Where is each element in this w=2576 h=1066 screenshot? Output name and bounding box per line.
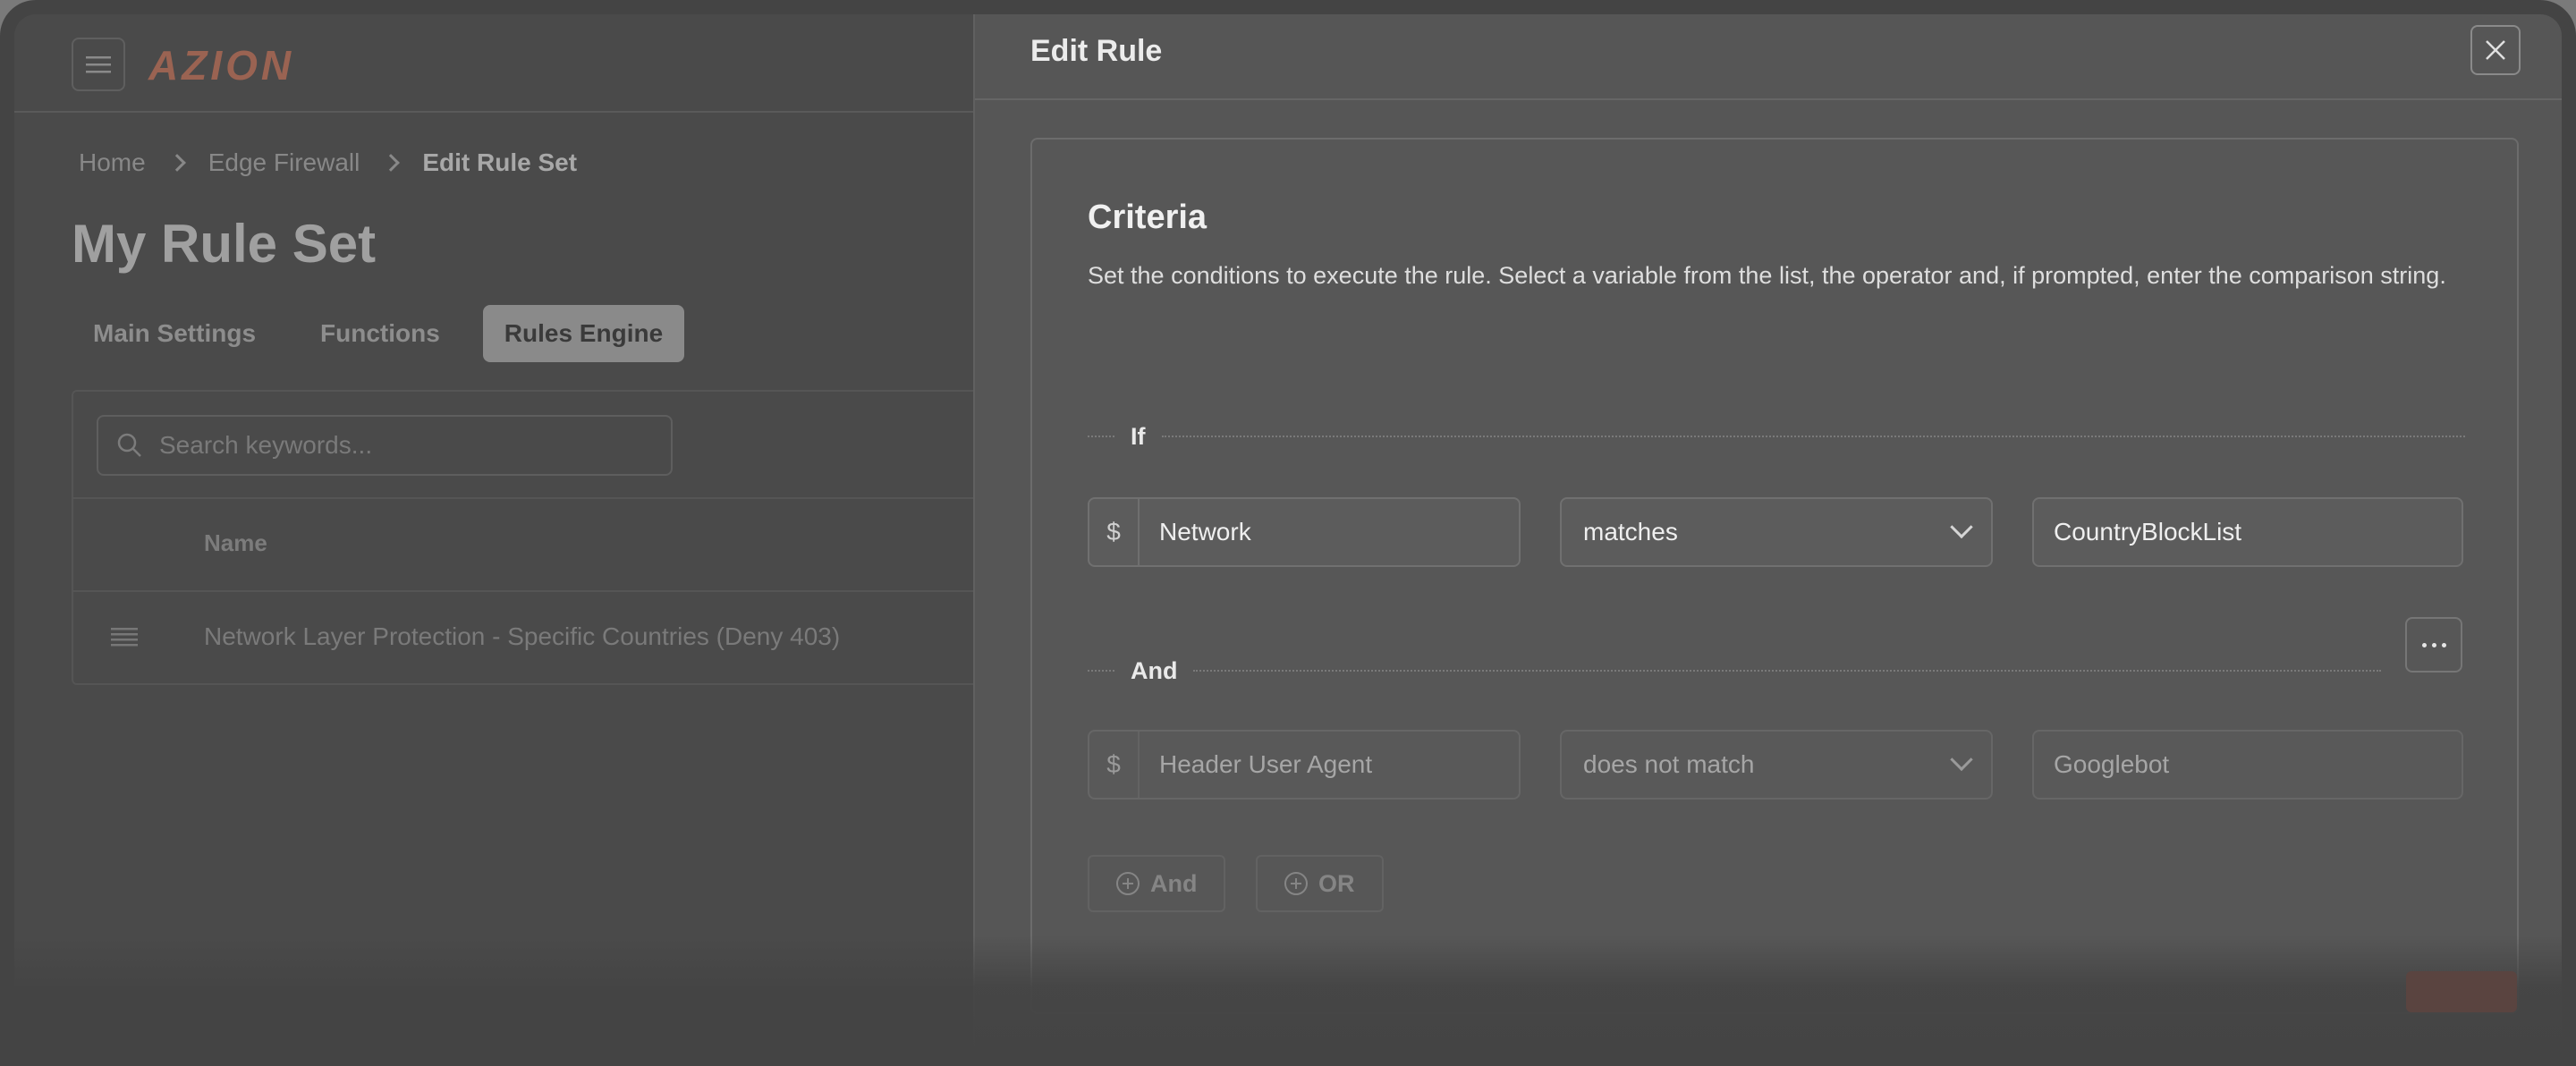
add-and-button[interactable]: And xyxy=(1088,855,1226,912)
comparison-value: Googlebot xyxy=(2054,750,2170,778)
add-and-label: And xyxy=(1150,869,1198,897)
variable-value: Header User Agent xyxy=(1159,750,1373,778)
search-placeholder: Search keywords... xyxy=(159,431,373,459)
azion-logo[interactable]: AZION xyxy=(148,41,294,89)
operator-select[interactable]: does not match xyxy=(1560,730,1993,800)
add-or-label: OR xyxy=(1318,869,1355,897)
dotted-line xyxy=(1088,670,1114,672)
criteria-description: Set the conditions to execute the rule. … xyxy=(1088,262,2446,289)
breadcrumb-current: Edit Rule Set xyxy=(422,148,578,176)
dotted-line xyxy=(1161,436,2465,437)
close-button[interactable] xyxy=(2470,25,2521,75)
close-icon xyxy=(2486,40,2505,60)
chevron-right-icon xyxy=(167,154,186,172)
tab-bar: Main Settings Functions Rules Engine xyxy=(72,305,685,362)
variable-field[interactable]: $ Header User Agent xyxy=(1088,730,1521,800)
menu-button[interactable] xyxy=(72,38,125,91)
edit-rule-drawer: Edit Rule Criteria Set the conditions to… xyxy=(973,14,2562,1066)
chevron-down-icon xyxy=(1950,748,1973,772)
bottom-fade-overlay xyxy=(14,935,2562,1066)
divider xyxy=(73,497,1000,499)
more-options-button[interactable] xyxy=(2405,617,2462,673)
column-header-name[interactable]: Name xyxy=(204,529,267,557)
drawer-header: Edit Rule xyxy=(975,14,2562,100)
dotted-line xyxy=(1193,670,2381,672)
comparison-input[interactable]: Googlebot xyxy=(2032,730,2463,800)
tab-rules-engine[interactable]: Rules Engine xyxy=(482,305,685,362)
variable-field[interactable]: $ Network xyxy=(1088,497,1521,567)
rules-table-panel: Search keywords... Name Network Layer Pr… xyxy=(72,390,1002,685)
save-button[interactable] xyxy=(2406,971,2517,1012)
operator-value: matches xyxy=(1583,518,1678,546)
plus-circle-icon xyxy=(1284,872,1308,895)
search-input[interactable]: Search keywords... xyxy=(97,415,673,476)
table-row-name[interactable]: Network Layer Protection - Specific Coun… xyxy=(204,622,840,651)
search-icon xyxy=(117,433,141,457)
if-divider: If xyxy=(1088,419,2465,454)
comparison-input[interactable]: CountryBlockList xyxy=(2032,497,2463,567)
chevron-right-icon xyxy=(382,154,401,172)
criteria-card: Criteria Set the conditions to execute t… xyxy=(1030,138,2519,1014)
add-or-button[interactable]: OR xyxy=(1256,855,1384,912)
app-screen: AZION Home Edge Firewall Edit Rule Set M… xyxy=(14,14,2562,1066)
divider xyxy=(73,590,1000,592)
dotted-line xyxy=(1088,436,1114,437)
tab-functions[interactable]: Functions xyxy=(299,305,462,362)
breadcrumb-home[interactable]: Home xyxy=(79,148,146,177)
plus-circle-icon xyxy=(1116,872,1140,895)
if-label: If xyxy=(1131,422,1146,450)
variable-prefix: $ xyxy=(1089,499,1140,565)
and-divider: And xyxy=(1088,653,2381,689)
operator-select[interactable]: matches xyxy=(1560,497,1993,567)
variable-prefix: $ xyxy=(1089,732,1140,798)
and-label: And xyxy=(1131,656,1178,684)
chevron-down-icon xyxy=(1950,515,1973,539)
tab-main-settings[interactable]: Main Settings xyxy=(72,305,277,362)
criteria-title: Criteria xyxy=(1088,199,1208,236)
operator-value: does not match xyxy=(1583,750,1755,778)
top-bar: AZION xyxy=(14,14,973,113)
breadcrumb: Home Edge Firewall Edit Rule Set xyxy=(79,148,577,177)
hamburger-icon xyxy=(86,56,111,73)
device-frame: AZION Home Edge Firewall Edit Rule Set M… xyxy=(0,0,2576,1066)
comparison-value: CountryBlockList xyxy=(2054,518,2242,546)
more-horizontal-icon xyxy=(2421,642,2427,647)
breadcrumb-edge-firewall[interactable]: Edge Firewall xyxy=(208,148,360,177)
drag-handle-icon[interactable] xyxy=(111,626,138,652)
page-title: My Rule Set xyxy=(72,214,377,274)
variable-value: Network xyxy=(1159,518,1251,546)
drawer-title: Edit Rule xyxy=(1030,34,1163,68)
